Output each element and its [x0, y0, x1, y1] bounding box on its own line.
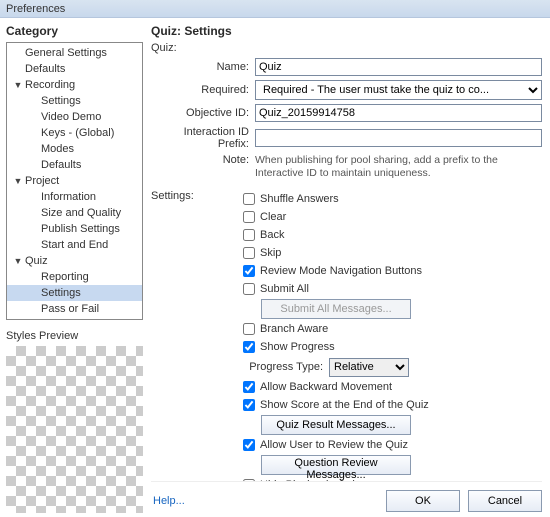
help-link[interactable]: Help...	[151, 495, 185, 507]
panel-title: Quiz: Settings	[151, 24, 542, 42]
name-label: Name:	[151, 61, 255, 73]
shuffle-label: Shuffle Answers	[260, 193, 339, 205]
review-nav-checkbox[interactable]	[243, 265, 255, 277]
settings-label: Settings:	[151, 190, 221, 481]
tree-item[interactable]: General Settings	[7, 45, 142, 61]
submit-all-messages-button[interactable]: Submit All Messages...	[261, 299, 411, 319]
back-checkbox[interactable]	[243, 229, 255, 241]
tree-item-label: Modes	[41, 143, 74, 155]
tree-item-label: Recording	[25, 79, 75, 91]
tree-item-label: Defaults	[41, 159, 81, 171]
branch-aware-label: Branch Aware	[260, 323, 328, 335]
skip-label: Skip	[260, 247, 281, 259]
ok-button[interactable]: OK	[386, 490, 460, 512]
tree-item[interactable]: ▼Recording	[7, 77, 142, 93]
tree-item-label: Quiz	[25, 255, 48, 267]
quiz-result-messages-button[interactable]: Quiz Result Messages...	[261, 415, 411, 435]
tree-item-label: Size and Quality	[41, 207, 121, 219]
tree-item[interactable]: Publish Settings	[7, 221, 142, 237]
tree-item[interactable]: Settings	[7, 93, 142, 109]
chevron-down-icon[interactable]: ▼	[13, 256, 23, 266]
tree-item[interactable]: Size and Quality	[7, 205, 142, 221]
tree-item[interactable]: Reporting	[7, 269, 142, 285]
interaction-id-input[interactable]	[255, 129, 542, 147]
note-label: Note:	[151, 154, 255, 166]
branch-aware-checkbox[interactable]	[243, 323, 255, 335]
allow-backward-label: Allow Backward Movement	[260, 381, 392, 393]
required-select[interactable]: Required - The user must take the quiz t…	[255, 80, 542, 100]
tree-item-label: Project	[25, 175, 59, 187]
allow-review-checkbox[interactable]	[243, 439, 255, 451]
required-label: Required:	[151, 84, 255, 96]
back-label: Back	[260, 229, 284, 241]
tree-item-label: Settings	[41, 95, 81, 107]
styles-preview-label: Styles Preview	[0, 326, 145, 344]
allow-backward-checkbox[interactable]	[243, 381, 255, 393]
objective-id-input[interactable]	[255, 104, 542, 122]
submit-all-label: Submit All	[260, 283, 309, 295]
tree-item-label: Settings	[41, 287, 81, 299]
tree-item[interactable]: Information	[7, 189, 142, 205]
allow-review-label: Allow User to Review the Quiz	[260, 439, 408, 451]
objective-id-label: Objective ID:	[151, 107, 255, 119]
note-text: When publishing for pool sharing, add a …	[255, 154, 542, 180]
progress-type-label: Progress Type:	[243, 361, 329, 373]
tree-item-label: Publish Settings	[41, 223, 120, 235]
question-review-messages-button[interactable]: Question Review Messages...	[261, 455, 411, 475]
clear-label: Clear	[260, 211, 286, 223]
tree-item-label: Information	[41, 191, 96, 203]
shuffle-checkbox[interactable]	[243, 193, 255, 205]
tree-item[interactable]: Defaults	[7, 157, 142, 173]
skip-checkbox[interactable]	[243, 247, 255, 259]
tree-item[interactable]: Default Labels	[7, 317, 142, 320]
tree-item[interactable]: Video Demo	[7, 109, 142, 125]
show-score-label: Show Score at the End of the Quiz	[260, 399, 429, 411]
tree-item[interactable]: Settings	[7, 285, 142, 301]
tree-item-label: Default Labels	[41, 319, 111, 320]
interaction-id-label: Interaction ID Prefix:	[151, 126, 255, 150]
tree-item[interactable]: Start and End	[7, 237, 142, 253]
show-progress-label: Show Progress	[260, 341, 335, 353]
tree-item-label: Video Demo	[41, 111, 101, 123]
clear-checkbox[interactable]	[243, 211, 255, 223]
category-tree[interactable]: General SettingsDefaults▼RecordingSettin…	[6, 42, 143, 320]
show-progress-checkbox[interactable]	[243, 341, 255, 353]
tree-item[interactable]: ▼Quiz	[7, 253, 142, 269]
chevron-down-icon[interactable]: ▼	[13, 80, 23, 90]
chevron-down-icon[interactable]: ▼	[13, 176, 23, 186]
tree-item[interactable]: Defaults	[7, 61, 142, 77]
tree-item[interactable]: Keys - (Global)	[7, 125, 142, 141]
review-nav-label: Review Mode Navigation Buttons	[260, 265, 422, 277]
sidebar: Category General SettingsDefaults▼Record…	[0, 18, 145, 517]
progress-type-select[interactable]: Relative	[329, 358, 409, 377]
tree-item[interactable]: Modes	[7, 141, 142, 157]
window-titlebar: Preferences	[0, 0, 550, 18]
tree-item-label: Reporting	[41, 271, 89, 283]
tree-item-label: General Settings	[25, 47, 107, 59]
tree-item-label: Start and End	[41, 239, 108, 251]
tree-item-label: Defaults	[25, 63, 65, 75]
styles-preview-area	[6, 346, 143, 513]
show-score-checkbox[interactable]	[243, 399, 255, 411]
tree-item-label: Keys - (Global)	[41, 127, 114, 139]
tree-item[interactable]: ▼Project	[7, 173, 142, 189]
name-input[interactable]	[255, 58, 542, 76]
sidebar-header: Category	[0, 18, 145, 40]
tree-item[interactable]: Pass or Fail	[7, 301, 142, 317]
quiz-section-label: Quiz:	[151, 42, 211, 54]
tree-item-label: Pass or Fail	[41, 303, 99, 315]
submit-all-checkbox[interactable]	[243, 283, 255, 295]
cancel-button[interactable]: Cancel	[468, 490, 542, 512]
